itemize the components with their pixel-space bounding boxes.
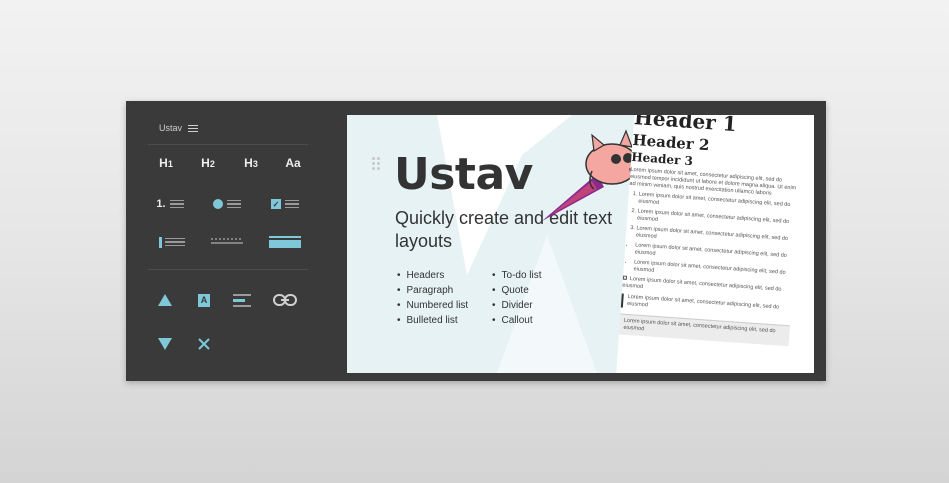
feature-item: Numbered list	[397, 298, 469, 313]
toolbar-panel: Ustav H1 H2 H3 Aa 1. ✓ A	[126, 101, 346, 381]
triangle-up-icon	[158, 294, 172, 306]
feature-item: To-do list	[492, 268, 542, 283]
numbered-list-icon: 1.	[156, 198, 166, 210]
brand-header[interactable]: Ustav	[159, 123, 199, 133]
move-down-button[interactable]	[156, 336, 174, 352]
feature-item: Callout	[492, 313, 542, 328]
callout-button[interactable]	[268, 234, 302, 250]
close-icon	[198, 338, 210, 350]
doc-numbered-list: Lorem ipsum dolor sit amet, consectetur …	[636, 191, 799, 250]
text-style-button[interactable]: A	[195, 291, 213, 309]
feature-item: Bulleted list	[397, 313, 468, 328]
feature-item: Quote	[492, 283, 542, 298]
checkbox-icon	[622, 275, 628, 280]
link-button[interactable]	[272, 291, 298, 309]
bulleted-list-button[interactable]	[210, 196, 244, 212]
menu-icon[interactable]	[188, 124, 199, 132]
app-frame: Ustav H1 H2 H3 Aa 1. ✓ A Ustav Quickly c…	[126, 101, 826, 381]
drag-handle-icon[interactable]	[372, 157, 380, 170]
preview-card: Ustav Quickly create and edit text layou…	[347, 115, 814, 373]
align-icon	[233, 293, 251, 307]
feature-item: Paragraph	[397, 283, 468, 298]
divider-button[interactable]	[210, 235, 244, 249]
move-up-button[interactable]	[156, 292, 174, 308]
checkbox-icon: ✓	[271, 199, 281, 209]
text-box-icon: A	[198, 293, 210, 307]
callout-block-icon	[269, 239, 301, 248]
align-button[interactable]	[232, 291, 252, 309]
feature-item: Divider	[492, 298, 542, 313]
paragraph-button[interactable]: Aa	[281, 153, 305, 173]
divider-icon	[211, 238, 243, 244]
heading-3-button[interactable]: H3	[239, 153, 263, 173]
heading-1-button[interactable]: H1	[154, 153, 178, 173]
bullet-icon	[213, 199, 223, 209]
brand-label: Ustav	[159, 123, 183, 133]
toolbar-divider	[148, 269, 308, 270]
product-title: Ustav	[394, 149, 533, 200]
quote-bar-icon	[159, 236, 162, 248]
todo-list-button[interactable]: ✓	[268, 196, 302, 212]
toolbar-divider	[148, 144, 308, 145]
numbered-list-button[interactable]: 1.	[154, 196, 186, 212]
feature-item: Headers	[397, 268, 468, 283]
document-preview: Header 1 Header 2 Header 3 Lorem ipsum d…	[614, 115, 805, 373]
doc-callout: Lorem ipsum dolor sit amet, consectetur …	[618, 313, 791, 347]
quote-button[interactable]	[156, 235, 188, 249]
delete-button[interactable]	[195, 336, 213, 352]
feature-list-left: Headers Paragraph Numbered list Bulleted…	[397, 268, 469, 328]
link-icon	[273, 294, 297, 306]
heading-2-button[interactable]: H2	[196, 153, 220, 173]
feature-list-right: To-do list Quote Divider Callout	[492, 268, 542, 328]
triangle-down-icon	[158, 338, 172, 350]
